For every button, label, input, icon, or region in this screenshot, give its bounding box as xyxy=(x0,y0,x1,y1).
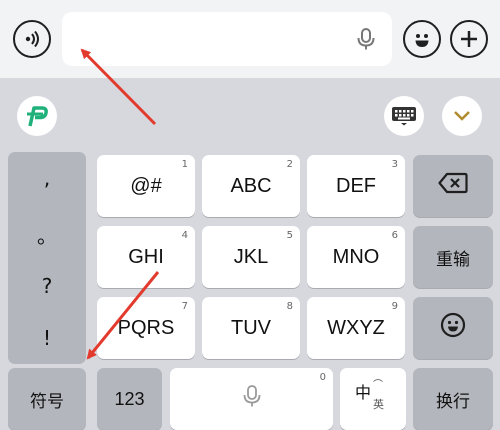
key-8[interactable]: TUV 8 xyxy=(202,297,300,359)
punctuation-period[interactable]: 。 xyxy=(8,220,86,249)
voice-wave-icon[interactable] xyxy=(13,20,51,58)
key-9[interactable]: WXYZ 9 xyxy=(307,297,405,359)
retype-button[interactable]: 重输 xyxy=(413,226,493,288)
microphone-icon[interactable] xyxy=(354,27,378,51)
key-3[interactable]: DEF 3 xyxy=(307,155,405,217)
lang-english: 英 xyxy=(373,398,384,411)
punctuation-comma[interactable]: , xyxy=(8,166,86,190)
language-switch[interactable]: 中 ⌒ 英 xyxy=(340,368,406,430)
key-digit: 6 xyxy=(391,230,398,241)
message-input[interactable] xyxy=(62,12,392,66)
keyboard-icon[interactable] xyxy=(384,96,424,136)
punctuation-column[interactable]: , 。 ? ! xyxy=(8,152,86,364)
key-label: @# xyxy=(130,174,162,197)
key-digit: 1 xyxy=(181,159,188,170)
punctuation-question[interactable]: ? xyxy=(8,274,86,298)
keyboard-toolbar xyxy=(0,78,500,150)
key-digit: 3 xyxy=(391,159,398,170)
key-digit: 8 xyxy=(286,301,293,312)
delete-button[interactable] xyxy=(413,155,493,217)
key-6[interactable]: MNO 6 xyxy=(307,226,405,288)
key-label: ABC xyxy=(230,174,272,197)
key-label: DEF xyxy=(336,174,376,197)
key-2[interactable]: ABC 2 xyxy=(202,155,300,217)
input-bar xyxy=(0,0,500,78)
key-digit: 0 xyxy=(319,372,326,383)
plus-icon[interactable] xyxy=(450,20,488,58)
key-label: JKL xyxy=(233,245,269,268)
key-digit: 9 xyxy=(391,301,398,312)
numbers-button[interactable]: 123 xyxy=(97,368,162,430)
key-label: WXYZ xyxy=(327,316,385,339)
space-bar[interactable]: 0 xyxy=(170,368,333,430)
backspace-icon xyxy=(438,172,468,200)
enter-button[interactable]: 换行 xyxy=(413,368,493,430)
key-label: GHI xyxy=(128,245,164,268)
keyboard: , 。 ? ! @# 1 ABC 2 DEF 3 GHI 4 JKL 5 MNO xyxy=(0,150,500,430)
chevron-down-icon[interactable] xyxy=(442,96,482,136)
key-digit: 7 xyxy=(181,301,188,312)
input-method-logo-icon[interactable] xyxy=(17,96,57,136)
key-label: TUV xyxy=(231,316,271,339)
key-digit: 2 xyxy=(286,159,293,170)
symbols-button[interactable]: 符号 xyxy=(8,368,86,430)
switch-arrow-icon: ⌒ xyxy=(373,380,383,391)
key-4[interactable]: GHI 4 xyxy=(97,226,195,288)
lang-chinese: 中 xyxy=(355,383,372,402)
key-7[interactable]: PQRS 7 xyxy=(97,297,195,359)
key-digit: 5 xyxy=(286,230,293,241)
key-5[interactable]: JKL 5 xyxy=(202,226,300,288)
emoji-smile-icon[interactable] xyxy=(403,20,441,58)
emoji-smile-icon xyxy=(440,312,466,344)
key-label: PQRS xyxy=(117,316,175,339)
key-digit: 4 xyxy=(181,230,188,241)
key-1[interactable]: @# 1 xyxy=(97,155,195,217)
punctuation-exclaim[interactable]: ! xyxy=(8,326,86,350)
emoji-key[interactable] xyxy=(413,297,493,359)
microphone-icon xyxy=(241,384,263,414)
key-label: MNO xyxy=(332,245,380,268)
